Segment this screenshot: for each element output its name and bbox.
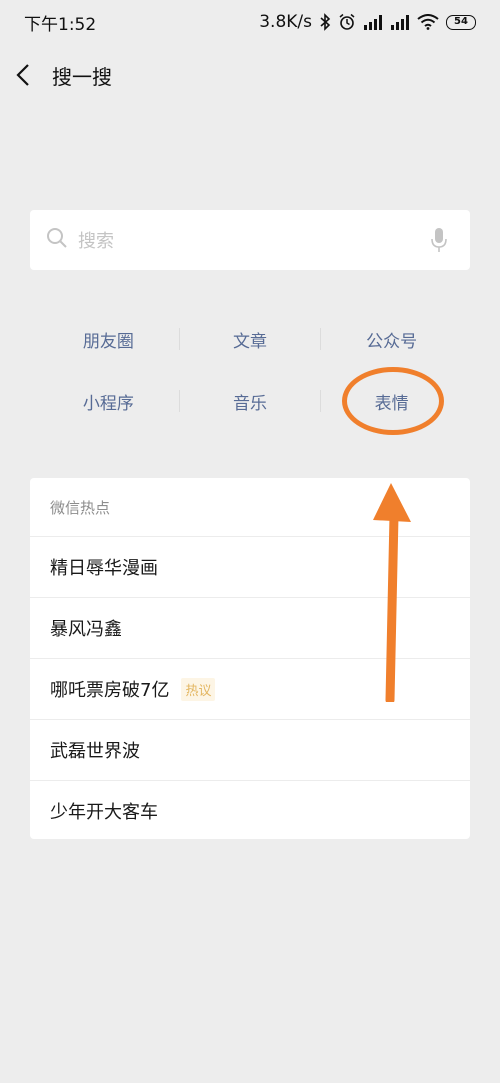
highlight-circle — [342, 367, 444, 435]
battery-icon: 54 — [446, 14, 476, 30]
search-input[interactable]: 搜索 — [30, 210, 470, 270]
category-official-accounts[interactable]: 公众号 — [321, 327, 462, 352]
list-item[interactable]: 武磊世界波 — [30, 719, 470, 780]
hot-badge: 热议 — [181, 677, 216, 701]
search-icon — [46, 227, 68, 253]
signal-icon — [390, 14, 410, 30]
wifi-icon — [417, 14, 439, 30]
signal-icon — [363, 14, 383, 30]
list-item-label: 武磊世界波 — [50, 741, 140, 762]
list-item-label: 哪吒票房破7亿 — [50, 680, 170, 701]
bluetooth-icon — [319, 13, 331, 31]
category-row: 朋友圈 文章 公众号 — [38, 308, 462, 370]
category-articles[interactable]: 文章 — [180, 327, 321, 352]
search-placeholder: 搜索 — [78, 231, 114, 252]
page-title: 搜一搜 — [52, 64, 112, 89]
list-item-label: 精日辱华漫画 — [50, 558, 158, 579]
annotation-arrow-icon — [373, 483, 411, 702]
network-speed: 3.8K/s — [259, 12, 312, 32]
category-music[interactable]: 音乐 — [180, 389, 321, 414]
nav-bar: 搜一搜 — [0, 44, 500, 106]
list-item[interactable]: 少年开大客车 — [30, 780, 470, 841]
alarm-icon — [338, 13, 356, 31]
category-mini-programs[interactable]: 小程序 — [38, 389, 179, 414]
list-item-label: 少年开大客车 — [50, 802, 158, 823]
mic-icon[interactable] — [424, 227, 454, 253]
status-bar: 下午1:52 3.8K/s 54 — [0, 0, 500, 44]
chevron-left-icon[interactable] — [16, 55, 42, 95]
category-moments[interactable]: 朋友圈 — [38, 327, 179, 352]
list-item-label: 暴风冯鑫 — [50, 619, 122, 640]
status-time: 下午1:52 — [24, 14, 97, 35]
